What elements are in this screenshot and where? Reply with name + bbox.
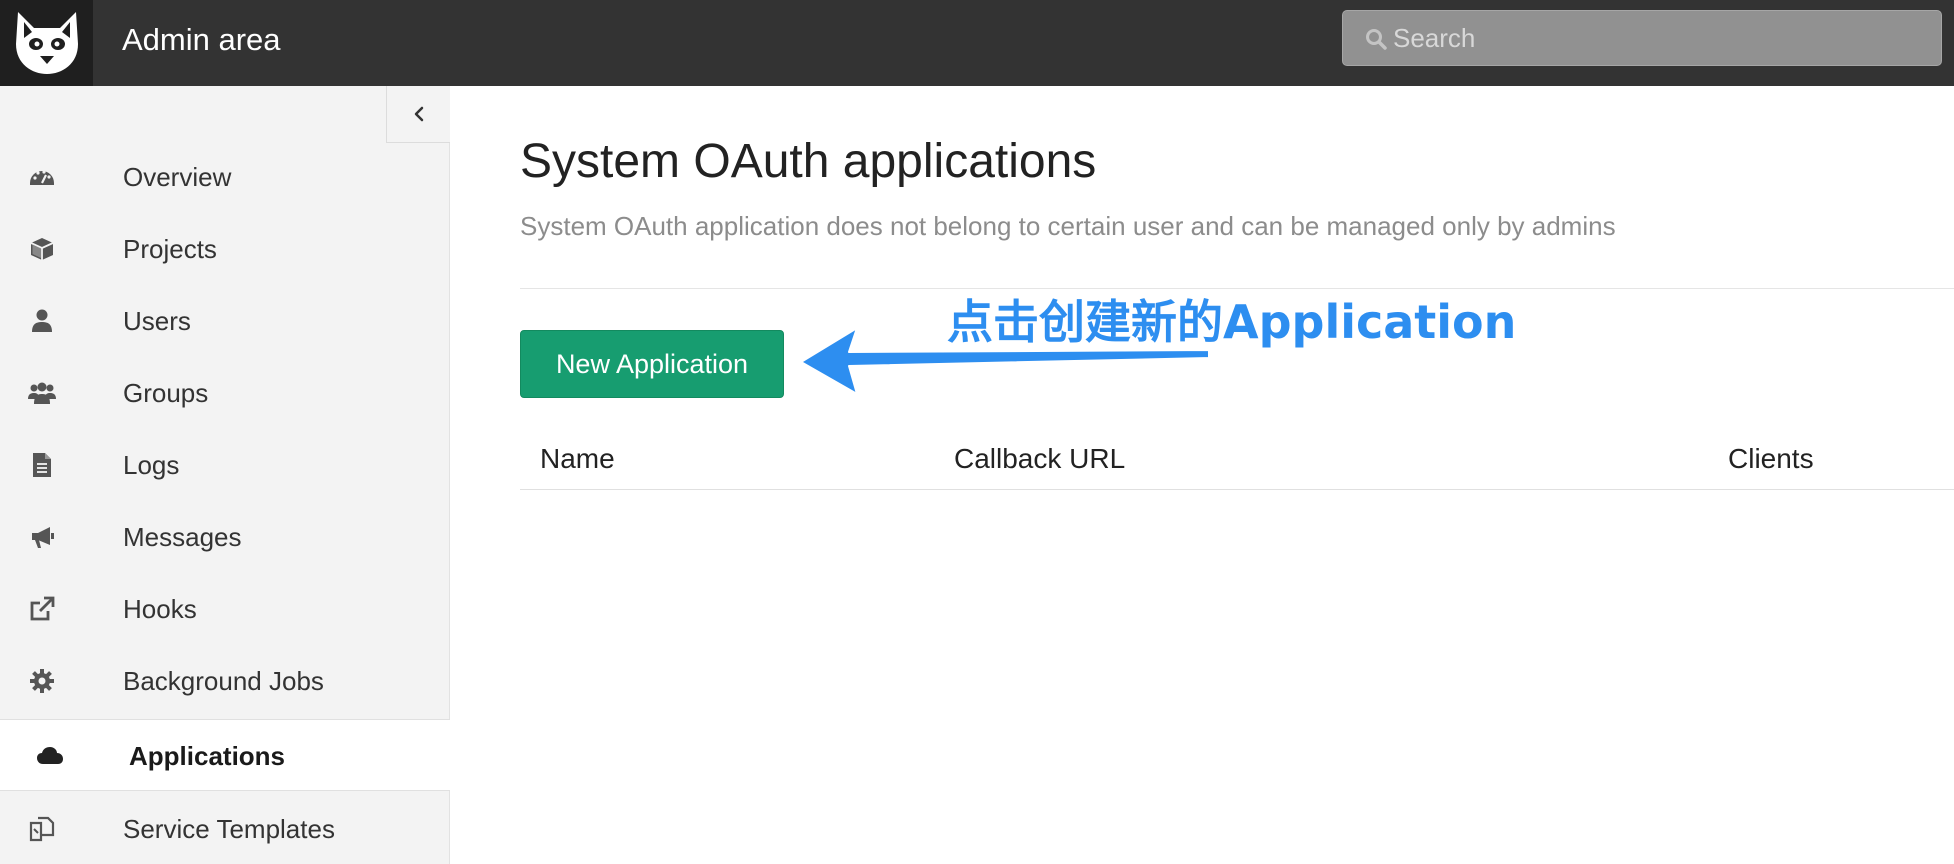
- sidebar-item-messages[interactable]: Messages: [0, 501, 450, 573]
- sidebar-item-hooks[interactable]: Hooks: [0, 573, 450, 645]
- logo[interactable]: [0, 0, 93, 86]
- copy-icon: [29, 816, 55, 842]
- table-header: Name Callback URL Clients: [520, 426, 1954, 490]
- sidebar-item-label: Hooks: [123, 594, 197, 624]
- sidebar-item-label: Service Templates: [123, 814, 335, 844]
- dashboard-icon: [30, 170, 54, 185]
- user-icon: [32, 309, 52, 332]
- sidebar-item-service-templates[interactable]: Service Templates: [0, 793, 450, 864]
- column-header-name: Name: [540, 443, 615, 474]
- sidebar-item-applications[interactable]: Applications: [0, 719, 450, 791]
- sidebar: Overview Projects Users Groups Logs Mess…: [0, 86, 450, 864]
- column-header-callback-url: Callback URL: [954, 443, 1126, 474]
- new-application-button[interactable]: New Application: [520, 330, 784, 398]
- bullhorn-icon: [32, 527, 54, 548]
- file-text-icon: [33, 453, 51, 477]
- sidebar-item-groups[interactable]: Groups: [0, 357, 450, 429]
- gear-icon: [30, 669, 54, 693]
- app-title: Admin area: [122, 22, 281, 57]
- search-box[interactable]: [1342, 10, 1942, 66]
- cube-icon: [30, 238, 54, 260]
- divider: [520, 288, 1954, 289]
- fox-logo-icon: [15, 12, 78, 74]
- sidebar-item-projects[interactable]: Projects: [0, 213, 450, 285]
- sidebar-item-label: Messages: [123, 522, 242, 552]
- sidebar-item-logs[interactable]: Logs: [0, 429, 450, 501]
- cloud-icon: [37, 747, 63, 764]
- users-icon: [28, 382, 56, 404]
- search-icon: [1366, 29, 1387, 50]
- sidebar-item-label: Projects: [123, 234, 217, 264]
- collapse-sidebar-button[interactable]: [386, 86, 450, 143]
- search-input[interactable]: [1393, 11, 1923, 65]
- sidebar-item-label: Logs: [123, 450, 180, 480]
- column-header-clients: Clients: [1728, 443, 1814, 474]
- top-header: Admin area: [0, 0, 1954, 86]
- sidebar-item-label: Applications: [129, 741, 286, 771]
- page-title: System OAuth applications: [520, 135, 1097, 188]
- sidebar-item-overview[interactable]: Overview: [0, 141, 450, 213]
- sidebar-item-label: Overview: [123, 162, 232, 192]
- sidebar-item-label: Background Jobs: [123, 666, 324, 696]
- annotation-text: 点击创建新的Application: [947, 295, 1517, 349]
- sidebar-item-label: Groups: [123, 378, 209, 408]
- external-link-icon: [30, 596, 55, 621]
- sidebar-item-users[interactable]: Users: [0, 285, 450, 357]
- sidebar-item-background-jobs[interactable]: Background Jobs: [0, 645, 450, 717]
- chevron-left-icon: [414, 106, 423, 122]
- page-description: System OAuth application does not belong…: [520, 211, 1616, 241]
- sidebar-item-label: Users: [123, 306, 191, 336]
- main-content: System OAuth applications System OAuth a…: [451, 86, 1954, 864]
